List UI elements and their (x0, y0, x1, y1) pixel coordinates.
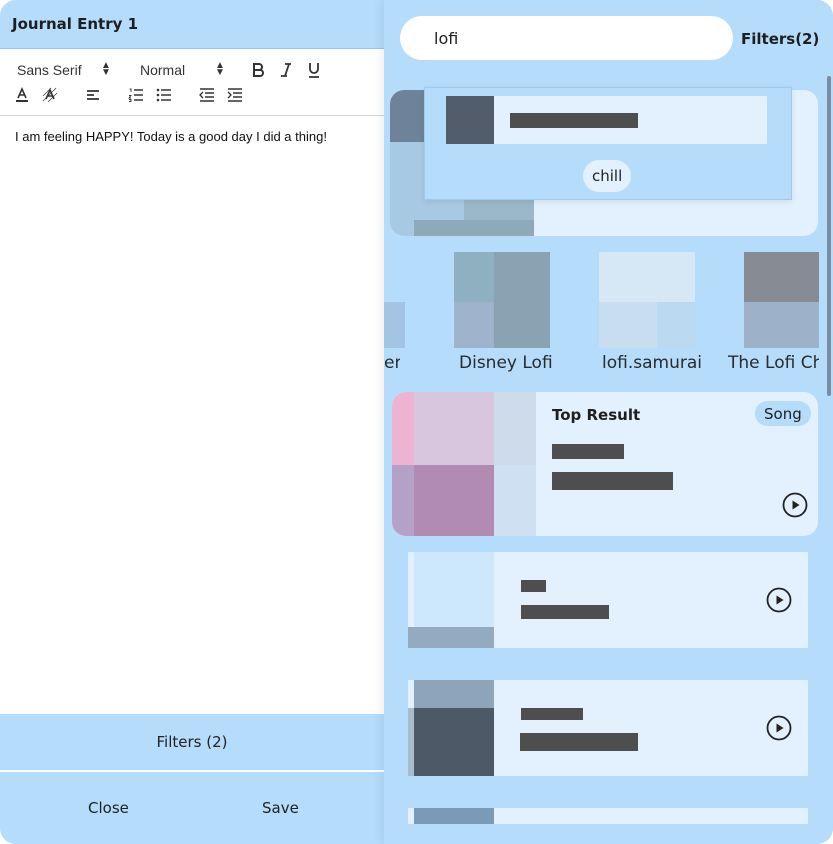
chevron-updown-icon: ▲ ▼ (215, 60, 225, 78)
journal-editor: Journal Entry 1 Sans Serif ▲ ▼ Normal ▲ ▼ (0, 0, 384, 844)
artist-thumbnail[interactable] (454, 252, 550, 348)
artist-label: Disney Lofi (459, 353, 553, 373)
top-result-art (414, 465, 494, 536)
editor-title: Journal Entry 1 (12, 15, 139, 33)
artist-art (657, 302, 695, 348)
font-family-select[interactable]: Sans Serif ▲ ▼ (17, 61, 111, 79)
editor-header: Journal Entry 1 (0, 0, 384, 49)
bold-icon[interactable] (248, 61, 268, 79)
artist-art (494, 252, 550, 348)
song-artist-placeholder (521, 605, 609, 619)
suggestion-thumbnail (446, 96, 494, 144)
artist-label: er (384, 353, 400, 373)
play-icon[interactable] (766, 715, 792, 741)
play-icon[interactable] (766, 587, 792, 613)
ordered-list-icon[interactable] (126, 86, 146, 104)
outdent-icon[interactable] (197, 86, 217, 104)
text-color-icon[interactable] (12, 86, 32, 104)
search-input[interactable]: lofi (400, 16, 733, 60)
indent-icon[interactable] (225, 86, 245, 104)
font-family-value: Sans Serif (17, 62, 82, 78)
suggestion-item[interactable] (446, 96, 767, 144)
background-color-icon[interactable] (40, 86, 60, 104)
formatting-toolbar: Sans Serif ▲ ▼ Normal ▲ ▼ (0, 50, 384, 116)
artist-label: lofi.samurai (602, 353, 702, 373)
italic-icon[interactable] (276, 61, 296, 79)
song-art (414, 680, 494, 708)
bullet-list-icon[interactable] (154, 86, 174, 104)
suggestion-chip[interactable]: chill (583, 160, 632, 192)
save-button[interactable]: Save (262, 799, 299, 817)
artist-art (599, 302, 657, 348)
song-title-placeholder (521, 708, 583, 720)
artist-art (744, 252, 819, 302)
song-title-placeholder (521, 580, 546, 592)
song-row[interactable] (408, 552, 808, 648)
editor-body[interactable]: I am feeling HAPPY! Today is a good day … (15, 129, 327, 144)
song-title-placeholder (552, 444, 624, 459)
top-result-art (494, 465, 536, 536)
song-artist-placeholder (520, 733, 638, 751)
top-result-art (392, 392, 414, 465)
filters-toggle[interactable]: Filters(2) (741, 30, 819, 48)
top-result-title: Top Result (552, 406, 641, 424)
type-badge: Song (755, 401, 811, 426)
song-row[interactable] (408, 680, 808, 776)
song-art (414, 808, 494, 824)
top-result-art (414, 392, 494, 465)
font-size-select[interactable]: Normal ▲ ▼ (140, 61, 225, 79)
underline-icon[interactable] (304, 61, 324, 79)
song-art (408, 708, 414, 776)
app-window: Journal Entry 1 Sans Serif ▲ ▼ Normal ▲ ▼ (0, 0, 833, 844)
artist-thumbnail[interactable] (599, 252, 695, 348)
filters-button[interactable]: Filters (2) (0, 714, 384, 771)
song-artist-placeholder (552, 472, 673, 490)
artist-label: The Lofi Ch (728, 353, 819, 373)
search-suggestions-dropdown: chill (424, 87, 792, 200)
play-icon[interactable] (782, 492, 808, 518)
filters-label: Filters (2) (156, 733, 228, 751)
font-size-value: Normal (140, 62, 186, 78)
artist-art (599, 252, 695, 302)
song-row[interactable] (408, 808, 808, 824)
suggestion-title-placeholder (510, 113, 638, 128)
search-query: lofi (434, 29, 459, 48)
song-art (414, 552, 494, 627)
chevron-updown-icon: ▲ ▼ (101, 60, 111, 78)
close-button[interactable]: Close (88, 799, 129, 817)
artist-thumbnail[interactable] (744, 252, 819, 348)
artist-art (384, 302, 405, 348)
action-bar: Close Save (0, 772, 384, 844)
align-left-icon[interactable] (83, 86, 103, 104)
artist-art (744, 302, 819, 348)
album-art-part (414, 220, 534, 236)
top-result-art (494, 392, 536, 465)
song-art (408, 627, 494, 648)
artist-thumbnail[interactable] (384, 252, 405, 348)
top-result-card[interactable]: Top Result Song (392, 392, 818, 536)
song-art (414, 708, 494, 776)
top-result-art (392, 465, 414, 536)
artist-art (454, 252, 494, 302)
music-search-panel: lofi Filters(2) chill er Disney Lofi lof… (384, 0, 833, 844)
artist-art (454, 302, 494, 348)
scrollbar[interactable] (827, 76, 831, 396)
